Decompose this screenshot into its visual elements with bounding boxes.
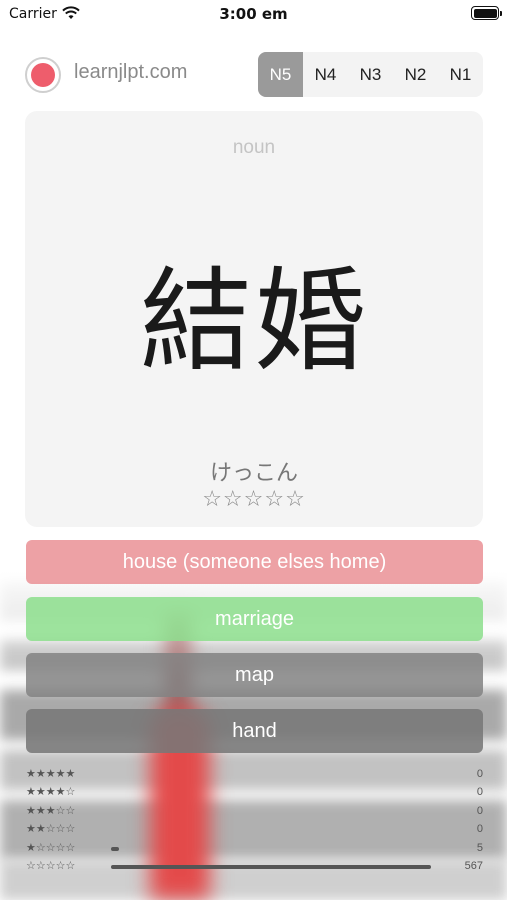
flashcard[interactable]: noun 結婚 けっこん ☆☆☆☆☆ [25,111,483,527]
stat-row-1-star: ★☆☆☆☆ 5 [26,840,483,858]
stat-stars-label: ★★★★☆ [26,785,76,799]
stat-bar [111,846,119,851]
level-button-n2[interactable]: N2 [393,52,438,97]
kanji-word: 結婚 [140,257,368,387]
answer-button-1[interactable]: house (someone elses home) [26,540,483,584]
level-selector: N5 N4 N3 N2 N1 [258,52,483,97]
stat-row-0-stars: ☆☆☆☆☆ 567 [26,858,483,876]
status-bar: Carrier 3:00 em [0,0,507,30]
stat-count: 0 [476,786,483,799]
stat-count: 0 [476,823,483,836]
answer-button-2[interactable]: marriage [26,597,483,641]
level-button-n5[interactable]: N5 [258,52,303,97]
stat-row-5-stars: ★★★★★ 0 [26,766,483,784]
stat-count: 5 [476,841,483,854]
stat-bar [111,864,431,869]
word-rating-stars[interactable]: ☆☆☆☆☆ [25,487,483,512]
clock: 3:00 em [219,5,288,23]
stat-row-4-stars: ★★★★☆ 0 [26,784,483,802]
level-button-n3[interactable]: N3 [348,52,393,97]
rating-stats: ★★★★★ 0 ★★★★☆ 0 ★★★☆☆ 0 ★★☆☆☆ 0 ★☆☆☆☆ 5 … [26,766,483,876]
stat-row-3-stars: ★★★☆☆ 0 [26,803,483,821]
stat-count: 0 [476,804,483,817]
kana-reading: けっこん [209,461,298,486]
stat-stars-label: ★☆☆☆☆ [26,840,76,854]
answer-button-4[interactable]: hand [26,709,483,753]
stat-stars-label: ★★★☆☆ [26,803,76,817]
battery-icon [471,6,502,20]
stat-count: 0 [476,768,483,780]
site-name[interactable]: learnjlpt.com [74,61,187,84]
stat-count: 567 [464,859,483,872]
stat-stars-label: ☆☆☆☆☆ [26,858,76,872]
answer-button-3[interactable]: map [26,653,483,697]
stat-stars-label: ★★★★★ [26,767,76,780]
stat-row-2-stars: ★★☆☆☆ 0 [26,821,483,839]
stat-stars-label: ★★☆☆☆ [26,822,76,836]
level-button-n1[interactable]: N1 [438,52,483,97]
record-logo-icon[interactable] [25,57,61,93]
part-of-speech: noun [232,137,276,158]
level-button-n4[interactable]: N4 [303,52,348,97]
